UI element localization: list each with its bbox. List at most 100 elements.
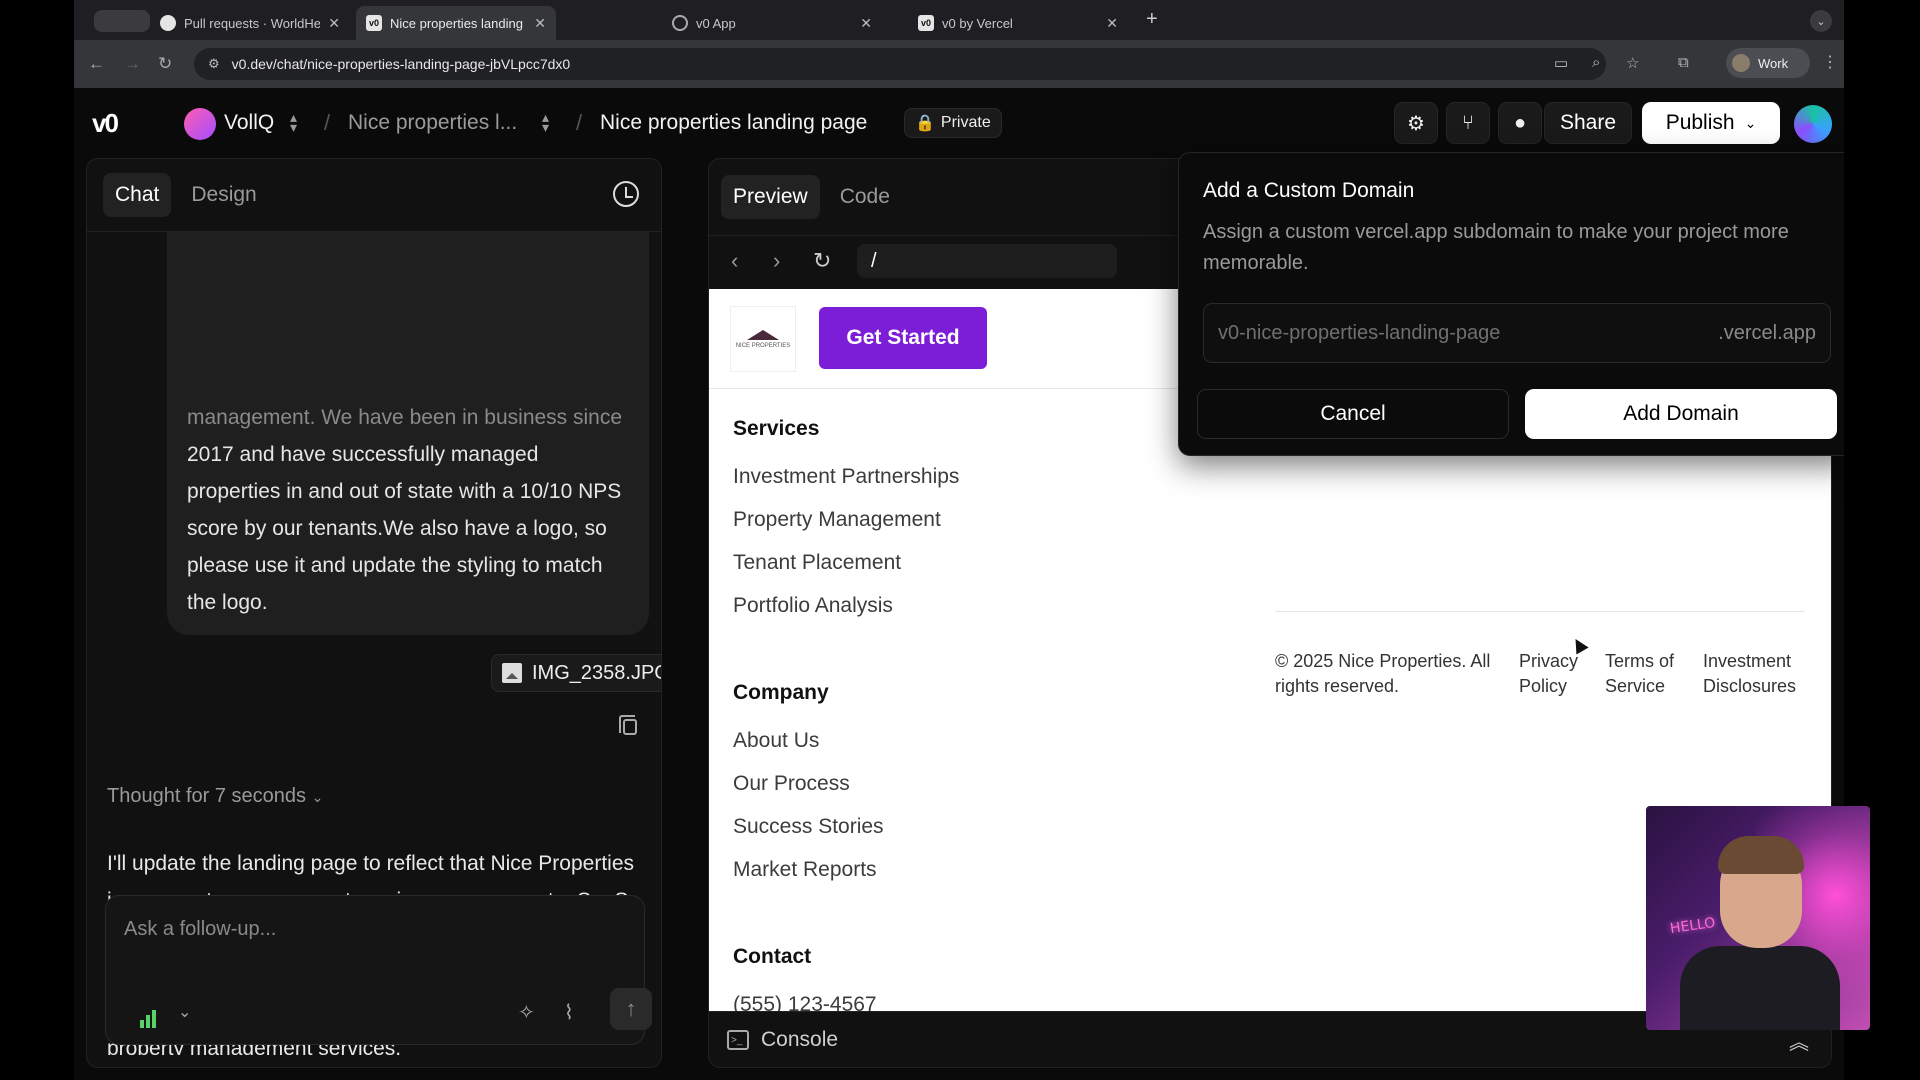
browser-menu-icon[interactable]: ⋮ bbox=[1822, 52, 1838, 72]
add-domain-button[interactable]: Add Domain bbox=[1525, 389, 1837, 439]
dialog-title: Add a Custom Domain bbox=[1203, 179, 1415, 202]
close-icon[interactable]: ✕ bbox=[860, 15, 872, 32]
tab-list-button[interactable]: ⌄ bbox=[1810, 10, 1832, 32]
footer-link[interactable]: Portfolio Analysis bbox=[733, 594, 959, 618]
github-icon: ● bbox=[1513, 111, 1527, 134]
send-button[interactable]: ↑ bbox=[610, 988, 652, 1030]
site-logo[interactable]: NICE PROPERTIES bbox=[731, 307, 795, 371]
domain-field: .vercel.app bbox=[1203, 303, 1831, 363]
forward-icon[interactable]: → bbox=[124, 54, 141, 74]
browser-tab-active[interactable]: v0 Nice properties landing page ✕ bbox=[356, 6, 556, 40]
thought-toggle[interactable]: Thought for 7 seconds ⌄ bbox=[107, 785, 323, 808]
new-tab-button[interactable]: + bbox=[1146, 8, 1158, 31]
refresh-icon[interactable]: ↻ bbox=[813, 248, 831, 274]
neon-sign: HELLO bbox=[1669, 914, 1717, 938]
preview-tabs: Preview Code bbox=[721, 175, 902, 219]
bookmark-star-icon[interactable]: ☆ bbox=[1626, 54, 1639, 72]
zoom-icon[interactable]: ⌕ bbox=[1592, 54, 1600, 71]
arrow-up-icon: ↑ bbox=[625, 996, 637, 1021]
cancel-button[interactable]: Cancel bbox=[1197, 389, 1509, 439]
breadcrumb-separator: / bbox=[324, 110, 331, 135]
chevron-right-icon[interactable]: › bbox=[773, 248, 780, 274]
v0-logo[interactable]: v0 bbox=[92, 108, 119, 139]
user-message: management. We have been in business sin… bbox=[167, 189, 649, 635]
footer-link[interactable]: About Us bbox=[733, 729, 884, 753]
app-header: v0 VollQ ▴ ▾ / Nice properties l... ▴ ▾ / … bbox=[74, 88, 1844, 158]
github-icon bbox=[160, 15, 176, 31]
subdomain-input[interactable] bbox=[1218, 318, 1668, 348]
team-avatar bbox=[184, 108, 216, 140]
browser-tab[interactable]: v0 v0 by Vercel ✕ bbox=[908, 6, 1128, 40]
composer-input[interactable]: Ask a follow-up... bbox=[124, 918, 276, 941]
footer-link[interactable]: Tenant Placement bbox=[733, 551, 959, 575]
webcam-overlay: HELLO bbox=[1646, 806, 1870, 1030]
footer-link[interactable]: Investment Partnerships bbox=[733, 465, 959, 489]
settings-button[interactable]: ⚙ bbox=[1394, 102, 1438, 144]
chevron-left-icon[interactable]: ‹ bbox=[731, 248, 738, 274]
footer-legal-link[interactable]: Terms of Service bbox=[1605, 649, 1675, 699]
site-info-icon[interactable]: ⚙ bbox=[208, 56, 220, 72]
footer-heading: Company bbox=[733, 681, 829, 704]
team-name[interactable]: VollQ bbox=[224, 111, 274, 135]
team-switcher-icon[interactable]: ▴ ▾ bbox=[290, 110, 297, 134]
publish-label: Publish bbox=[1665, 111, 1735, 134]
share-button[interactable]: Share bbox=[1544, 102, 1632, 144]
fork-button[interactable]: ⑂ bbox=[1446, 102, 1490, 144]
logo-text: NICE PROPERTIES bbox=[735, 342, 791, 349]
contact-phone[interactable]: (555) 123-4567 bbox=[733, 993, 877, 1011]
publish-button[interactable]: Publish ⌄ bbox=[1642, 102, 1780, 144]
paperclip-icon[interactable]: ⌇ bbox=[564, 1000, 574, 1025]
message-text-faded: management. We have been in business sin… bbox=[187, 406, 623, 429]
footer-legal-link[interactable]: Investment Disclosures bbox=[1703, 649, 1813, 699]
visibility-badge[interactable]: 🔒 Private bbox=[904, 108, 1002, 138]
visibility-label: Private bbox=[940, 114, 991, 131]
chat-title[interactable]: Nice properties landing page bbox=[600, 111, 867, 135]
tab-preview[interactable]: Preview bbox=[721, 175, 820, 219]
attachment-chip[interactable]: IMG_2358.JPG bbox=[491, 654, 661, 692]
reload-icon[interactable]: ↻ bbox=[158, 54, 172, 74]
address-bar[interactable]: ⚙ v0.dev/chat/nice-properties-landing-pa… bbox=[194, 48, 1606, 80]
sparkle-icon[interactable]: ✧ bbox=[518, 1000, 535, 1025]
expand-up-icon[interactable]: ︽ bbox=[1789, 1026, 1809, 1055]
thought-label: Thought for 7 seconds bbox=[107, 785, 307, 807]
close-icon[interactable]: ✕ bbox=[328, 15, 340, 32]
profile-button[interactable]: Work bbox=[1726, 48, 1810, 78]
cast-icon[interactable]: ▭ bbox=[1554, 54, 1568, 72]
tab-title: v0 App bbox=[696, 15, 736, 31]
tab-search-button[interactable] bbox=[94, 10, 150, 32]
tab-design[interactable]: Design bbox=[179, 173, 268, 217]
url-text: v0.dev/chat/nice-properties-landing-page… bbox=[231, 56, 571, 72]
terminal-icon: >_ bbox=[727, 1030, 749, 1050]
footer-link[interactable]: Our Process bbox=[733, 772, 884, 796]
footer-link[interactable]: Property Management bbox=[733, 508, 959, 532]
close-icon[interactable]: ✕ bbox=[1106, 15, 1118, 32]
history-icon[interactable] bbox=[613, 181, 639, 207]
v0-icon: v0 bbox=[366, 15, 382, 31]
project-name[interactable]: Nice properties l... bbox=[348, 111, 517, 135]
extensions-icon[interactable]: ⧉ bbox=[1678, 54, 1689, 71]
fork-icon: ⑂ bbox=[1462, 111, 1474, 134]
v0-icon: v0 bbox=[918, 15, 934, 31]
copy-icon[interactable] bbox=[619, 715, 637, 735]
footer-legal-link[interactable]: Privacy Policy bbox=[1519, 649, 1583, 699]
footer-heading: Services bbox=[733, 417, 820, 440]
close-icon[interactable]: ✕ bbox=[534, 15, 546, 32]
tab-code[interactable]: Code bbox=[828, 175, 902, 219]
preview-path-input[interactable]: / bbox=[857, 244, 1117, 278]
browser-tab[interactable]: v0 App ✕ bbox=[662, 6, 882, 40]
chevron-down-icon[interactable]: ⌄ bbox=[178, 1002, 191, 1022]
browser-tab[interactable]: Pull requests · WorldHealthOr ✕ bbox=[150, 6, 350, 40]
footer-link[interactable]: Market Reports bbox=[733, 858, 884, 882]
profile-label: Work bbox=[1758, 55, 1789, 71]
globe-icon bbox=[672, 15, 688, 31]
project-switcher-icon[interactable]: ▴ ▾ bbox=[542, 110, 549, 134]
footer-link[interactable]: Success Stories bbox=[733, 815, 884, 839]
user-avatar[interactable] bbox=[1794, 105, 1832, 143]
gear-icon: ⚙ bbox=[1407, 112, 1425, 135]
get-started-button[interactable]: Get Started bbox=[819, 307, 987, 369]
domain-suffix: .vercel.app bbox=[1718, 322, 1816, 344]
back-icon[interactable]: ← bbox=[88, 54, 105, 74]
tab-chat[interactable]: Chat bbox=[103, 173, 172, 217]
github-button[interactable]: ● bbox=[1498, 102, 1542, 144]
model-bars-icon[interactable] bbox=[140, 1008, 160, 1028]
